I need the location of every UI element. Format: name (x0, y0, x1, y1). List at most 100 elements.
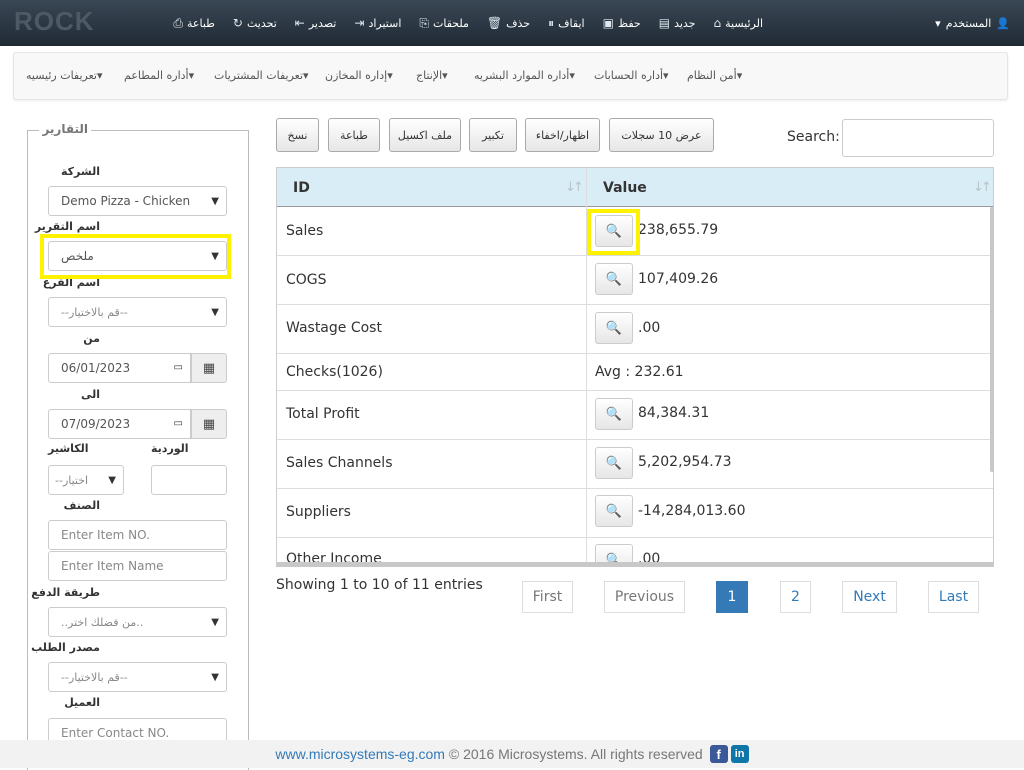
import-button[interactable]: ⇥ استيراد (345, 0, 410, 46)
highlight-box (40, 234, 231, 279)
print-table-button[interactable]: طباعة (328, 118, 380, 152)
page-1-button[interactable]: 1 (716, 581, 748, 613)
table-row: Sales Channels 🔍 5,202,954.73 (277, 440, 993, 489)
menu-purchases[interactable]: تعريفات المشتريات▾ (214, 69, 309, 82)
last-page-button[interactable]: Last (928, 581, 979, 613)
cell-id: Checks(1026) (286, 364, 383, 380)
cell-id: Sales Channels (286, 455, 393, 471)
entries-info: Showing 1 to 10 of 11 entries (276, 577, 483, 593)
column-header-id[interactable]: ID (293, 168, 310, 207)
menu-restaurants[interactable]: أداره المطاعم▾ (124, 69, 194, 82)
copy-button[interactable]: نسخ (276, 118, 319, 152)
shift-input[interactable] (151, 465, 227, 495)
delete-button[interactable]: 🗑 حذف (478, 0, 539, 46)
save-button[interactable]: ▣ حفظ (594, 0, 650, 46)
from-calendar-button[interactable]: ▦ (191, 353, 227, 383)
chevron-down-icon: ▼ (108, 475, 116, 486)
item-no-input[interactable]: Enter Item NO. (48, 520, 227, 550)
first-page-button[interactable]: First (522, 581, 573, 613)
calendar-small-icon: ▭ (173, 362, 183, 373)
chevron-down-icon: ▾ (935, 16, 941, 30)
attachments-button[interactable]: ⎘ ملحقات (410, 0, 478, 46)
zoom-button[interactable]: تكبير (469, 118, 517, 152)
company-select[interactable]: Demo Pizza - Chicken ▼ (48, 186, 227, 216)
table-row: Suppliers 🔍 -14,284,013.60 (277, 489, 993, 538)
cashier-select[interactable]: --اختيار ▼ (48, 465, 124, 495)
next-page-button[interactable]: Next (842, 581, 897, 613)
show-10-button[interactable]: عرض 10 سجلات (609, 118, 714, 152)
export-button[interactable]: ⇤ تصدير (286, 0, 346, 46)
new-file-icon: ▤ (658, 16, 671, 30)
print-icon: ⎙ (173, 15, 184, 30)
chevron-down-icon: ▼ (211, 672, 219, 683)
zoom-in-button[interactable]: 🔍 (595, 495, 633, 527)
customer-label: العميل (64, 696, 100, 709)
table-row: Checks(1026) Avg : 232.61 (277, 354, 993, 391)
main-menu: تعريفات رئيسيه▾ أداره المطاعم▾ تعريفات ا… (13, 52, 1008, 100)
payment-select[interactable]: ..من فضلك اختر.. ▼ (48, 607, 227, 637)
column-header-value[interactable]: Value (603, 168, 647, 207)
linkedin-icon[interactable]: in (730, 745, 749, 763)
user-icon: 👤 (996, 16, 1010, 30)
calendar-small-icon: ▭ (173, 418, 183, 429)
search-label: Search: (787, 129, 840, 145)
to-date-input[interactable]: 07/09/2023 ▭ (48, 409, 191, 439)
menu-warehouses[interactable]: إداره المخازن▾ (325, 69, 393, 82)
print-button[interactable]: ⎙ طباعة (164, 0, 224, 46)
from-label: من (83, 332, 100, 345)
show-hide-button[interactable]: اظهار/اخفاء (525, 118, 600, 152)
cell-value: 84,384.31 (638, 405, 710, 421)
to-calendar-button[interactable]: ▦ (191, 409, 227, 439)
user-menu[interactable]: ▾ المستخدم 👤 (935, 0, 1010, 46)
cell-id: Total Profit (286, 406, 360, 422)
home-button[interactable]: ⌂ الرئيسية (704, 0, 772, 46)
cell-value: .00 (638, 320, 661, 336)
menu-hr[interactable]: أداره الموارد البشريه▾ (474, 69, 575, 82)
branch-select[interactable]: --قم بالاختيار-- ▼ (48, 297, 227, 327)
previous-page-button[interactable]: Previous (604, 581, 685, 613)
zoom-in-icon: 🔍 (605, 271, 623, 287)
top-toolbar: ROCK ⌂ الرئيسية ▤ جديد ▣ حفظ ⏸ ايقاف 🗑 حذف ⎘ م… (0, 0, 1024, 46)
table-row: Wastage Cost 🔍 .00 (277, 305, 993, 354)
cell-value: 107,409.26 (638, 271, 719, 287)
vertical-scrollbar[interactable] (990, 207, 994, 472)
cell-id: Suppliers (286, 504, 351, 520)
sort-icon: ↓↑ (565, 180, 584, 195)
menu-main-definitions[interactable]: تعريفات رئيسيه▾ (26, 69, 103, 82)
table-row: Total Profit 🔍 84,384.31 (277, 391, 993, 440)
zoom-in-button[interactable]: 🔍 (595, 398, 633, 430)
website-link[interactable]: www.microsystems-eg.com (275, 746, 445, 762)
copyright-text: © 2016 Microsystems. All rights reserved (444, 746, 707, 762)
facebook-icon[interactable]: f (709, 745, 728, 763)
home-icon: ⌂ (713, 16, 722, 30)
highlight-box (587, 209, 640, 255)
from-date-input[interactable]: 06/01/2023 ▭ (48, 353, 191, 383)
top-nav: ⌂ الرئيسية ▤ جديد ▣ حفظ ⏸ ايقاف 🗑 حذف ⎘ ملحقات… (164, 0, 772, 46)
cell-id: COGS (286, 272, 327, 288)
trash-icon: 🗑 (486, 16, 503, 30)
zoom-in-button[interactable]: 🔍 (595, 447, 633, 479)
page-2-button[interactable]: 2 (780, 581, 811, 613)
menu-accounts[interactable]: أداره الحسابات▾ (594, 69, 669, 82)
search-input[interactable] (842, 119, 994, 157)
new-button[interactable]: ▤ جديد (650, 0, 705, 46)
zoom-in-button[interactable]: 🔍 (595, 312, 633, 344)
import-icon: ⇥ (354, 16, 365, 30)
order-source-label: مصدر الطلب (31, 641, 100, 654)
chevron-down-icon: ▼ (211, 307, 219, 318)
pause-button[interactable]: ⏸ ايقاف (539, 0, 593, 46)
pause-icon: ⏸ (548, 15, 555, 30)
item-label: الصنف (63, 499, 100, 512)
item-name-input[interactable]: Enter Item Name (48, 551, 227, 581)
user-label: المستخدم (945, 16, 992, 30)
excel-button[interactable]: ملف اكسيل (389, 118, 461, 152)
order-source-select[interactable]: --قم بالاختيار-- ▼ (48, 662, 227, 692)
zoom-in-button[interactable]: 🔍 (595, 263, 633, 295)
menu-security[interactable]: أمن النظام▾ (687, 69, 742, 82)
zoom-in-icon: 🔍 (605, 406, 623, 422)
paperclip-icon: ⎘ (419, 15, 429, 30)
menu-production[interactable]: الإنتاج▾ (416, 69, 448, 82)
horizontal-scrollbar[interactable] (277, 562, 993, 567)
cell-id: Wastage Cost (286, 320, 382, 336)
refresh-button[interactable]: ↻ تحديث (224, 0, 286, 46)
